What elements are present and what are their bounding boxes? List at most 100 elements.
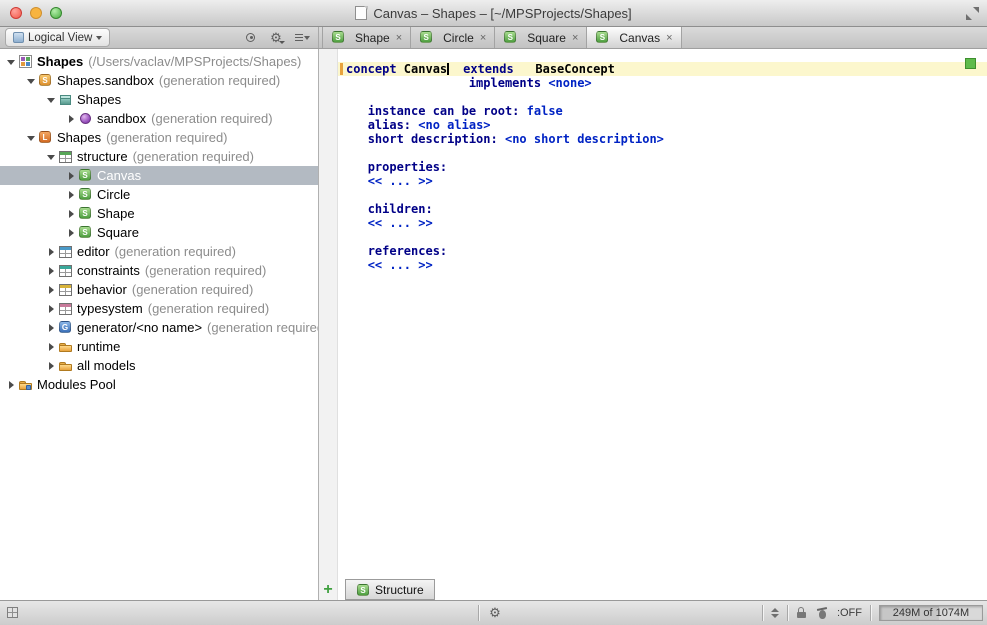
toolwindow-toggle-icon[interactable] [6,606,20,620]
chevron-right-icon[interactable] [44,248,58,256]
tree-item-suffix: (generation required) [148,301,269,316]
tree-item-circle[interactable]: SCircle [0,185,318,204]
tree-item-constraints[interactable]: constraints (generation required) [0,261,318,280]
memory-indicator[interactable]: 249M of 1074M [879,605,983,621]
tree-item-behavior[interactable]: behavior (generation required) [0,280,318,299]
chevron-down-icon[interactable] [4,59,18,65]
editor-line[interactable] [338,146,987,160]
tab-label: Square [527,31,566,45]
tree-item-shapes[interactable]: Shapes(/Users/vaclav/MPSProjects/Shapes) [0,52,318,71]
chevron-right-icon[interactable] [64,115,78,123]
tab-canvas[interactable]: SCanvas× [587,27,681,48]
concept-icon: S [595,30,611,46]
concept-icon: S [503,30,519,46]
chevron-down-icon[interactable] [44,97,58,103]
chevron-down-icon[interactable] [44,154,58,160]
titlebar: Canvas – Shapes – [~/MPSProjects/Shapes] [0,0,987,27]
lock-icon[interactable] [796,606,808,620]
structure-icon [58,149,74,165]
folder-icon [58,358,74,374]
tree-item-canvas[interactable]: SCanvas [0,166,318,185]
close-window-button[interactable] [10,7,22,19]
close-icon[interactable]: × [572,32,578,44]
editor-line[interactable]: << ... >> [338,258,987,272]
tree-item-shapes-sandbox[interactable]: SShapes.sandbox(generation required) [0,71,318,90]
editor-line[interactable]: implements <none> [338,76,987,90]
close-icon[interactable]: × [480,32,486,44]
chevron-right-icon[interactable] [44,267,58,275]
editor-line[interactable]: properties: [338,160,987,174]
editor-line[interactable] [338,188,987,202]
chevron-right-icon[interactable] [4,381,18,389]
zoom-window-button[interactable] [50,7,62,19]
tab-shape[interactable]: SShape× [322,27,411,48]
editor-gutter [319,49,338,600]
fullscreen-resize-icon[interactable] [966,7,979,20]
generator-icon: G [58,320,74,336]
editor-line[interactable]: references: [338,244,987,258]
editor-bottom-bar: + S Structure [319,578,987,600]
editor-line[interactable]: concept Canvas extends BaseConcept [338,62,987,76]
tab-structure[interactable]: S Structure [345,579,435,600]
chevron-right-icon[interactable] [44,343,58,351]
chevron-right-icon[interactable] [44,305,58,313]
tree-item-shapes[interactable]: Shapes [0,90,318,109]
add-icon[interactable]: + [319,580,337,600]
chevron-right-icon[interactable] [44,324,58,332]
tree-item-runtime[interactable]: runtime [0,337,318,356]
language-icon: L [38,130,54,146]
updown-arrows-icon[interactable] [771,608,779,618]
chevron-right-icon[interactable] [44,362,58,370]
editor-line[interactable]: children: [338,202,987,216]
tree-item-sandbox[interactable]: sandbox(generation required) [0,109,318,128]
editor-line[interactable] [338,230,987,244]
chevron-right-icon[interactable] [64,210,78,218]
tree-item-label: Modules Pool [37,377,116,392]
chevron-down-icon[interactable] [24,135,38,141]
tree-item-all-models[interactable]: all models [0,356,318,375]
chevron-right-icon[interactable] [64,191,78,199]
tree-item-generator-no-name-[interactable]: Ggenerator/<no name>(generation required… [0,318,318,337]
status-separator [787,605,788,621]
toolbar-row: Logical View ⚙ SShape×SCircle×SSquare×SC… [0,27,987,49]
sort-icon[interactable] [293,30,309,46]
close-icon[interactable]: × [396,32,402,44]
editor-line[interactable]: instance can be root: false [338,104,987,118]
tab-square[interactable]: S Square × [495,27,587,48]
tree-item-square[interactable]: SSquare [0,223,318,242]
tree-item-suffix: (generation required) [145,263,266,278]
status-bar: ⚙ :OFF 249M of 1074M [0,600,987,625]
concept-icon: S [78,206,94,222]
chevron-down-icon[interactable] [24,78,38,84]
editor-line[interactable]: << ... >> [338,216,987,230]
editor-line[interactable]: short description: <no short description… [338,132,987,146]
inspections-hector-icon[interactable] [816,606,829,621]
settings-gear-icon[interactable]: ⚙ [268,30,284,46]
concept-icon: S [356,583,370,597]
tree-item-modules-pool[interactable]: Modules Pool [0,375,318,394]
minimize-window-button[interactable] [30,7,42,19]
editor-line[interactable] [338,90,987,104]
folder-icon [58,339,74,355]
editor-line[interactable]: alias: <no alias> [338,118,987,132]
chevron-right-icon[interactable] [64,229,78,237]
editor-line[interactable]: << ... >> [338,174,987,188]
tree-item-shapes[interactable]: LShapes(generation required) [0,128,318,147]
chevron-right-icon[interactable] [64,172,78,180]
tree-item-label: behavior [77,282,127,297]
tab-circle[interactable]: SCircle× [411,27,495,48]
tree-item-editor[interactable]: editor(generation required) [0,242,318,261]
view-selector-dropdown[interactable]: Logical View [5,28,110,47]
view-selector-label: Logical View [28,32,92,44]
tree-item-label: constraints [77,263,140,278]
tree-item-label: sandbox [97,111,146,126]
tree-item-shape[interactable]: SShape [0,204,318,223]
tree-item-structure[interactable]: structure(generation required) [0,147,318,166]
chevron-right-icon[interactable] [44,286,58,294]
close-icon[interactable]: × [666,32,672,44]
tree-item-typesystem[interactable]: typesystem(generation required) [0,299,318,318]
tree-item-suffix: (generation required) [132,282,253,297]
tree-item-label: Shapes [77,92,121,107]
background-tasks-gear-icon[interactable]: ⚙ [487,605,503,621]
scroll-to-source-icon[interactable] [243,30,259,46]
